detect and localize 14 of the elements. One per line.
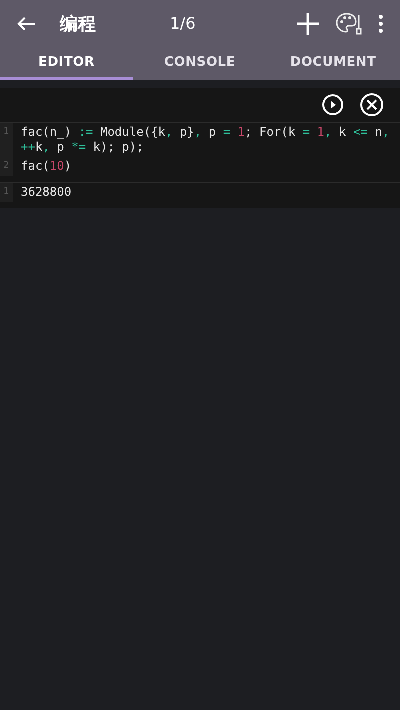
run-button[interactable]	[322, 94, 344, 116]
output-line: 3628800	[20, 184, 73, 201]
code-line: fac(10)	[20, 158, 73, 175]
back-button[interactable]	[16, 16, 36, 32]
close-button[interactable]	[360, 93, 384, 117]
more-options-button[interactable]	[378, 14, 384, 34]
page-counter: 1/6	[170, 13, 196, 35]
screen-title: 编程	[60, 12, 97, 36]
code-line: fac(n_) := Module({k, p}, p = 1; For(k = 1, k <= n, ++k, p *= k); p);	[20, 124, 391, 156]
tab[interactable]: EDITOR	[0, 48, 134, 80]
tab[interactable]: DOCUMENT	[266, 48, 400, 80]
tab[interactable]: CONSOLE	[133, 48, 267, 80]
add-button[interactable]	[296, 12, 320, 36]
palette-button[interactable]	[336, 12, 362, 36]
